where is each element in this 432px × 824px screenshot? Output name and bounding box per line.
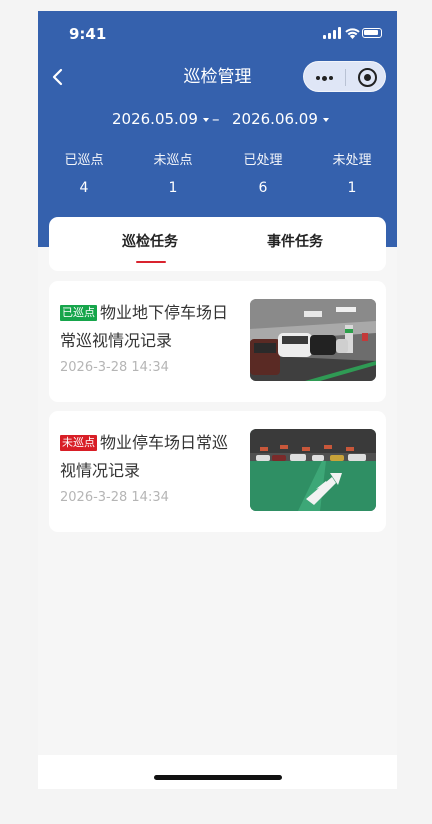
stat-label: 未处理 — [332, 153, 372, 168]
caret-down-icon — [202, 117, 209, 122]
status-icons — [323, 27, 383, 41]
stat-value: 1 — [168, 180, 178, 196]
stat-patrolled[interactable]: 已巡点 4 — [39, 152, 129, 197]
stat-label: 已巡点 — [64, 153, 104, 168]
stat-unprocessed[interactable]: 未处理 1 — [307, 152, 397, 197]
header: 9:41 巡检管理 2026.05.09 – 2026.06.09 已巡点 4 … — [38, 11, 397, 247]
battery-icon — [362, 28, 382, 38]
mini-program-capsule — [303, 61, 386, 92]
signal-icon — [323, 27, 341, 39]
task-time: 2026-3-28 14:34 — [60, 490, 169, 505]
stat-label: 未巡点 — [153, 153, 193, 168]
stat-processed[interactable]: 已处理 6 — [218, 152, 308, 197]
stat-unpatrolled[interactable]: 未巡点 1 — [128, 152, 218, 197]
task-tabs: 巡检任务 事件任务 — [49, 217, 386, 271]
status-badge: 已巡点 — [60, 305, 97, 321]
parking-lot-photo[interactable] — [250, 429, 376, 511]
parking-garage-photo[interactable] — [250, 299, 376, 381]
wifi-icon — [345, 28, 360, 39]
date-end-picker[interactable]: 2026.06.09 — [232, 110, 329, 128]
date-start-text: 2026.05.09 — [112, 110, 198, 128]
home-indicator-area — [38, 755, 397, 789]
stat-value: 4 — [79, 180, 89, 196]
task-title-block: 已巡点 物业地下停车场日常巡视情况记录 — [60, 299, 235, 355]
active-tab-indicator — [136, 261, 166, 263]
task-time: 2026-3-28 14:34 — [60, 360, 169, 375]
more-dots-icon[interactable] — [316, 75, 334, 81]
stat-value: 6 — [258, 180, 268, 196]
capsule-divider — [345, 69, 346, 86]
date-start-picker[interactable]: 2026.05.09 — [112, 110, 209, 128]
date-separator: – — [212, 110, 220, 128]
date-range: 2026.05.09 – 2026.06.09 — [38, 108, 397, 130]
status-bar: 9:41 — [38, 11, 397, 55]
tab-event-tasks[interactable]: 事件任务 — [211, 232, 379, 252]
caret-down-icon — [322, 117, 329, 122]
task-title-block: 未巡点 物业停车场日常巡视情况记录 — [60, 429, 235, 485]
home-indicator[interactable] — [154, 775, 282, 780]
stat-label: 已处理 — [243, 153, 283, 168]
status-badge: 未巡点 — [60, 435, 97, 451]
phone-screen: 9:41 巡检管理 2026.05.09 – 2026.06.09 已巡点 4 … — [38, 11, 397, 789]
tab-patrol-tasks[interactable]: 巡检任务 — [66, 232, 234, 252]
stats-row: 已巡点 4 未巡点 1 已处理 6 未处理 1 — [38, 152, 397, 202]
date-end-text: 2026.06.09 — [232, 110, 318, 128]
task-card[interactable]: 未巡点 物业停车场日常巡视情况记录 2026-3-28 14:34 — [49, 411, 386, 532]
target-icon[interactable] — [358, 68, 377, 87]
status-time: 9:41 — [69, 25, 107, 43]
stat-value: 1 — [347, 180, 357, 196]
task-card[interactable]: 已巡点 物业地下停车场日常巡视情况记录 2026-3-28 14:34 — [49, 281, 386, 402]
